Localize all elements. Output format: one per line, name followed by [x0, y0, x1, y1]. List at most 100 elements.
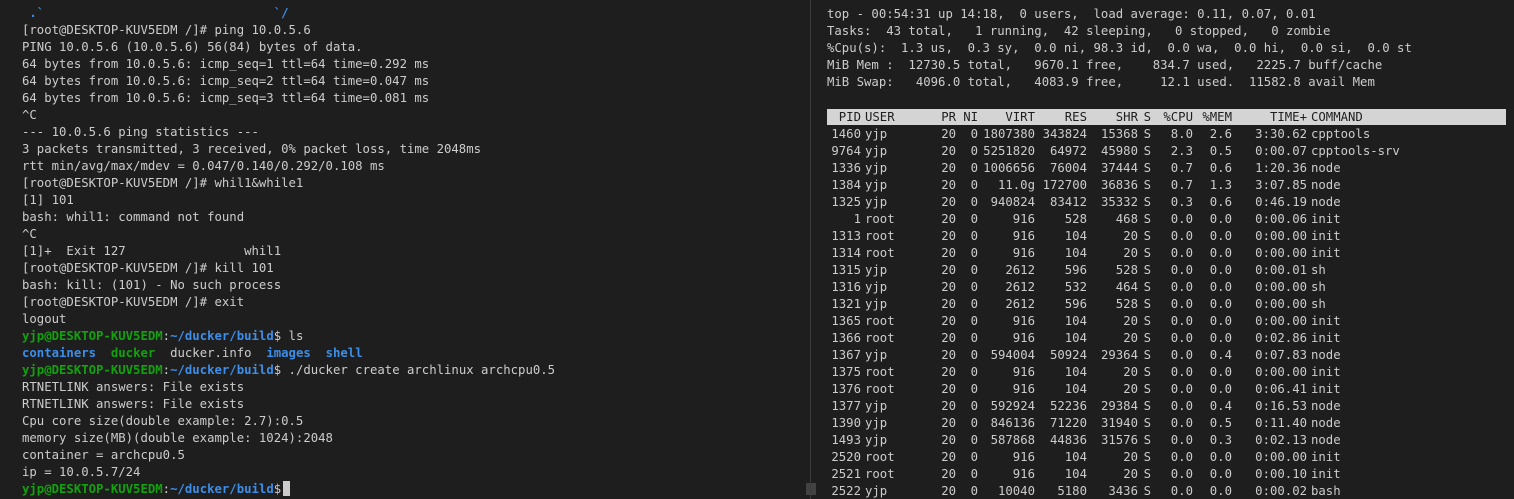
process-cell: 20 — [941, 399, 956, 413]
process-row: 1367 yjp 20 0 594004 50924 29364 S 0.0 0.4 0:07.83… — [827, 347, 1400, 364]
column-header: SHR — [1115, 110, 1138, 124]
process-cell: root — [865, 467, 895, 481]
terminal-text: [1] 101 — [22, 193, 74, 207]
process-cell: root — [865, 229, 895, 243]
process-cell: 0.0 — [1209, 484, 1232, 498]
terminal-text: bash: kill: (101) - No such process — [22, 278, 282, 292]
process-cell: 31576 — [1100, 433, 1138, 447]
terminal-line: [root@DESKTOP-KUV5EDM /]# kill 101 — [22, 260, 555, 277]
process-cell: 0.0 — [1209, 297, 1232, 311]
process-row: 1365 root 20 0 916 104 20 S 0.0 0.0 0:00.00 init — [827, 313, 1400, 330]
process-cell: 2520 — [831, 450, 861, 464]
process-cell: S — [1143, 144, 1151, 158]
terminal-line: bash: kill: (101) - No such process — [22, 277, 555, 294]
process-cell: S — [1143, 314, 1151, 328]
terminal-line: [1]+ Exit 127 whil1 — [22, 243, 555, 260]
process-cell: bash — [1311, 484, 1341, 498]
process-cell: 104 — [1064, 331, 1087, 345]
process-cell: S — [1143, 212, 1151, 226]
process-cell: 3436 — [1108, 484, 1138, 498]
terminal-line: RTNETLINK answers: File exists — [22, 396, 555, 413]
terminal-text: logout — [22, 312, 67, 326]
process-cell: sh — [1311, 297, 1326, 311]
column-header: S — [1143, 110, 1151, 124]
process-cell: 52236 — [1049, 399, 1087, 413]
process-cell: 0:00.00 — [1255, 450, 1307, 464]
process-cell: 20 — [1123, 467, 1138, 481]
process-cell: 0:07.83 — [1255, 348, 1307, 362]
process-cell: 587868 — [990, 433, 1035, 447]
top-mem-line: MiB Mem : 12730.5 total, 9670.1 free, 83… — [827, 58, 1383, 72]
process-cell: 916 — [1012, 246, 1035, 260]
process-cell: 36836 — [1100, 178, 1138, 192]
process-cell: 0.3 — [1209, 433, 1232, 447]
top-tasks-line: Tasks: 43 total, 1 running, 42 sleeping,… — [827, 24, 1331, 38]
process-cell: 0.3 — [1170, 195, 1193, 209]
process-cell: 0:00.00 — [1255, 246, 1307, 260]
terminal-text: ~/ducker/build — [170, 482, 274, 496]
terminal-line: [root@DESKTOP-KUV5EDM /]# exit — [22, 294, 555, 311]
process-cell: 0.0 — [1170, 467, 1193, 481]
process-cell: 528 — [1115, 297, 1138, 311]
process-cell: 0 — [970, 263, 978, 277]
process-cell: 29384 — [1100, 399, 1138, 413]
terminal-text: [root@DESKTOP-KUV5EDM /]# ping 10.0.5.6 — [22, 23, 311, 37]
process-cell: 0 — [970, 331, 978, 345]
process-cell: 596 — [1064, 263, 1087, 277]
process-cell: 5180 — [1057, 484, 1087, 498]
process-row: 1366 root 20 0 916 104 20 S 0.0 0.0 0:02.86 init — [827, 330, 1400, 347]
process-cell: 104 — [1064, 450, 1087, 464]
terminal-text: : — [162, 363, 171, 377]
process-cell: 0:00.00 — [1255, 314, 1307, 328]
process-cell: 20 — [941, 467, 956, 481]
process-cell: 0.0 — [1170, 246, 1193, 260]
process-cell: 20 — [941, 212, 956, 226]
pane-divider[interactable] — [810, 0, 811, 499]
top-terminal-pane[interactable]: top - 00:54:31 up 14:18, 0 users, load a… — [819, 0, 1514, 499]
process-cell: init — [1311, 314, 1341, 328]
column-header: PID — [838, 110, 861, 124]
terminal-output: .` `/ [root@DESKTOP-KUV5EDM /]# ping 10.0… — [22, 5, 555, 498]
column-header: %CPU — [1163, 110, 1193, 124]
terminal-text: ^C — [22, 108, 37, 122]
process-cell: 0 — [970, 484, 978, 498]
process-cell: 916 — [1012, 229, 1035, 243]
terminal-text: : — [162, 482, 171, 496]
process-cell: 0.0 — [1170, 212, 1193, 226]
process-cell: 0 — [970, 161, 978, 175]
process-cell: 50924 — [1049, 348, 1087, 362]
process-cell: yjp — [865, 484, 888, 498]
process-cell: 0:00.10 — [1255, 467, 1307, 481]
process-cell: 1315 — [831, 263, 861, 277]
top-swap-line: MiB Swap: 4096.0 total, 4083.9 free, 12.… — [827, 75, 1375, 89]
process-cell: 468 — [1115, 212, 1138, 226]
terminal-line: logout — [22, 311, 555, 328]
process-cell: 2521 — [831, 467, 861, 481]
process-cell: init — [1311, 365, 1341, 379]
terminal-line: RTNETLINK answers: File exists — [22, 379, 555, 396]
process-cell: S — [1143, 433, 1151, 447]
process-cell: 0.0 — [1209, 229, 1232, 243]
process-cell: 20 — [941, 297, 956, 311]
top-summary: top - 00:54:31 up 14:18, 0 users, load a… — [827, 6, 1412, 91]
process-cell: 0 — [970, 382, 978, 396]
process-cell: 20 — [1123, 365, 1138, 379]
process-cell: S — [1143, 467, 1151, 481]
process-cell: 44836 — [1049, 433, 1087, 447]
terminal-text: $ ./ducker create archlinux archcpu0.5 — [273, 363, 556, 377]
process-cell: yjp — [865, 433, 888, 447]
process-cell: 0:46.19 — [1255, 195, 1307, 209]
process-cell: 0:00.07 — [1255, 144, 1307, 158]
process-cell: 35332 — [1100, 195, 1138, 209]
terminal-line: yjp@DESKTOP-KUV5EDM:~/ducker/build$ ls — [22, 328, 555, 345]
left-terminal-pane[interactable]: .` `/ [root@DESKTOP-KUV5EDM /]# ping 10.0… — [0, 0, 806, 499]
process-cell: 0.0 — [1209, 382, 1232, 396]
scrollbar-thumb[interactable] — [806, 483, 816, 495]
process-cell: 0 — [970, 467, 978, 481]
process-cell: 1367 — [831, 348, 861, 362]
process-cell: 3:07.85 — [1255, 178, 1307, 192]
terminal-line: [root@DESKTOP-KUV5EDM /]# whil1&while1 — [22, 175, 555, 192]
process-cell: 2.6 — [1209, 127, 1232, 141]
column-header: VIRT — [1005, 110, 1035, 124]
process-table-header: PID USER PR NI VIRT RES SHR S %CPU %MEM TIME+ COMMA… — [827, 109, 1506, 125]
